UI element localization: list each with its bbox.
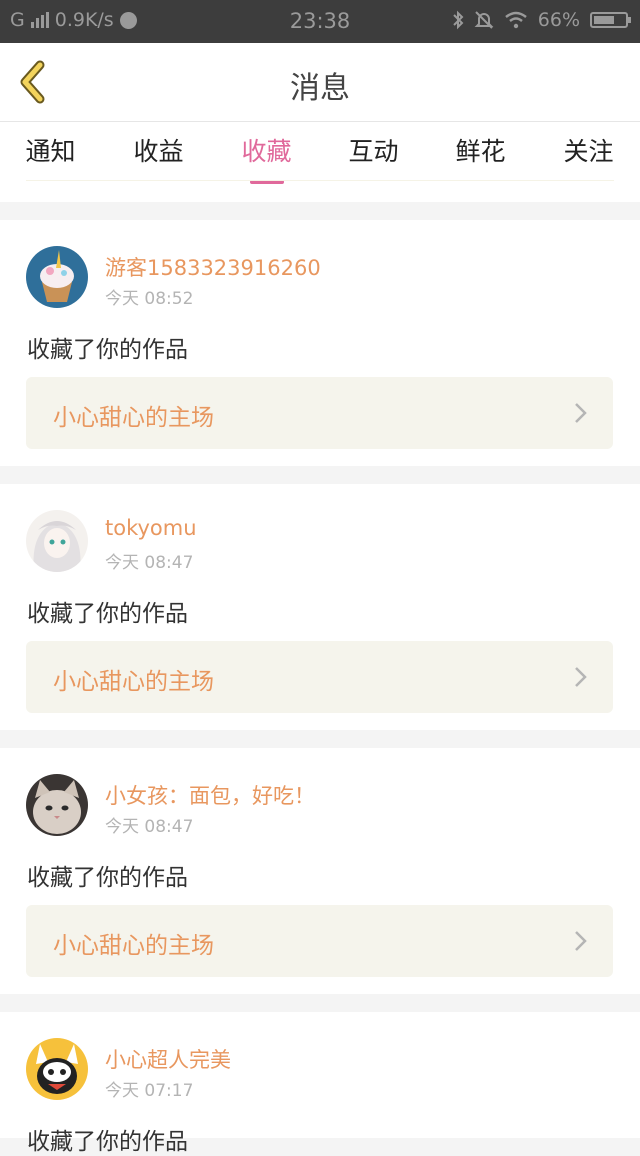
header-bar: 消息 (0, 43, 640, 122)
anime-girl-avatar[interactable] (26, 510, 88, 572)
battery-level (594, 16, 614, 24)
tab-divider (26, 180, 614, 181)
timestamp: 今天 07:17 (105, 1081, 194, 1101)
action-text: 收藏了你的作品 (27, 865, 188, 891)
tab-label: 收藏 (241, 137, 292, 166)
timestamp: 今天 08:47 (105, 553, 194, 573)
username[interactable]: 游客1583323916260 (105, 252, 321, 282)
work-title: 小心甜心的主场 (53, 405, 214, 431)
chevron-right-icon (575, 667, 587, 687)
message-card: 小心超人完美 今天 07:17 收藏了你的作品 (0, 1012, 640, 1155)
cupcake-avatar[interactable] (26, 246, 88, 308)
cartoon-avatar[interactable] (26, 1038, 88, 1100)
work-link[interactable]: 小心甜心的主场 (26, 641, 613, 713)
tab-notify[interactable]: 通知 (0, 132, 104, 168)
status-right: 66% (452, 9, 631, 31)
work-link[interactable]: 小心甜心的主场 (26, 377, 613, 449)
battery-icon (590, 12, 631, 28)
tab-label: 通知 (25, 137, 76, 166)
chevron-right-icon (575, 403, 587, 423)
tab-income[interactable]: 收益 (105, 132, 212, 168)
tab-label: 关注 (563, 137, 614, 166)
cat-avatar[interactable] (26, 774, 88, 836)
message-card: 小女孩：面包，好吃！ 今天 08:47 收藏了你的作品 小心甜心的主场 (0, 748, 640, 994)
action-text: 收藏了你的作品 (27, 337, 188, 363)
work-title: 小心甜心的主场 (53, 669, 214, 695)
work-link[interactable]: 小心甜心的主场 (26, 905, 613, 977)
page-title: 消息 (290, 71, 350, 106)
tab-follow[interactable]: 关注 (535, 132, 640, 168)
tab-label: 鲜花 (455, 137, 506, 166)
username[interactable]: 小女孩：面包，好吃！ (105, 780, 315, 810)
action-text: 收藏了你的作品 (27, 1129, 188, 1155)
chevron-right-icon (575, 931, 587, 951)
username[interactable]: tokyomu (105, 516, 197, 540)
action-text: 收藏了你的作品 (27, 601, 188, 627)
tab-bar: 通知 收益 收藏 互动 鲜花 关注 (0, 122, 640, 202)
tab-favorites[interactable]: 收藏 (213, 132, 320, 184)
username[interactable]: 小心超人完美 (105, 1044, 231, 1074)
battery-percent: 66% (537, 9, 580, 31)
timestamp: 今天 08:52 (105, 289, 194, 309)
mute-bell-icon (474, 11, 494, 29)
bluetooth-icon (453, 10, 464, 30)
message-card: 游客1583323916260 今天 08:52 收藏了你的作品 小心甜心的主场 (0, 220, 640, 466)
tab-label: 互动 (348, 137, 399, 166)
timestamp: 今天 08:47 (105, 817, 194, 837)
status-bar: G 0.9K/s 23:38 66% (0, 0, 640, 43)
tab-label: 收益 (133, 137, 184, 166)
tab-flowers[interactable]: 鲜花 (427, 132, 534, 168)
tab-interaction[interactable]: 互动 (320, 132, 427, 168)
work-title: 小心甜心的主场 (53, 933, 214, 959)
wifi-icon (504, 11, 527, 29)
message-card: tokyomu 今天 08:47 收藏了你的作品 小心甜心的主场 (0, 484, 640, 730)
